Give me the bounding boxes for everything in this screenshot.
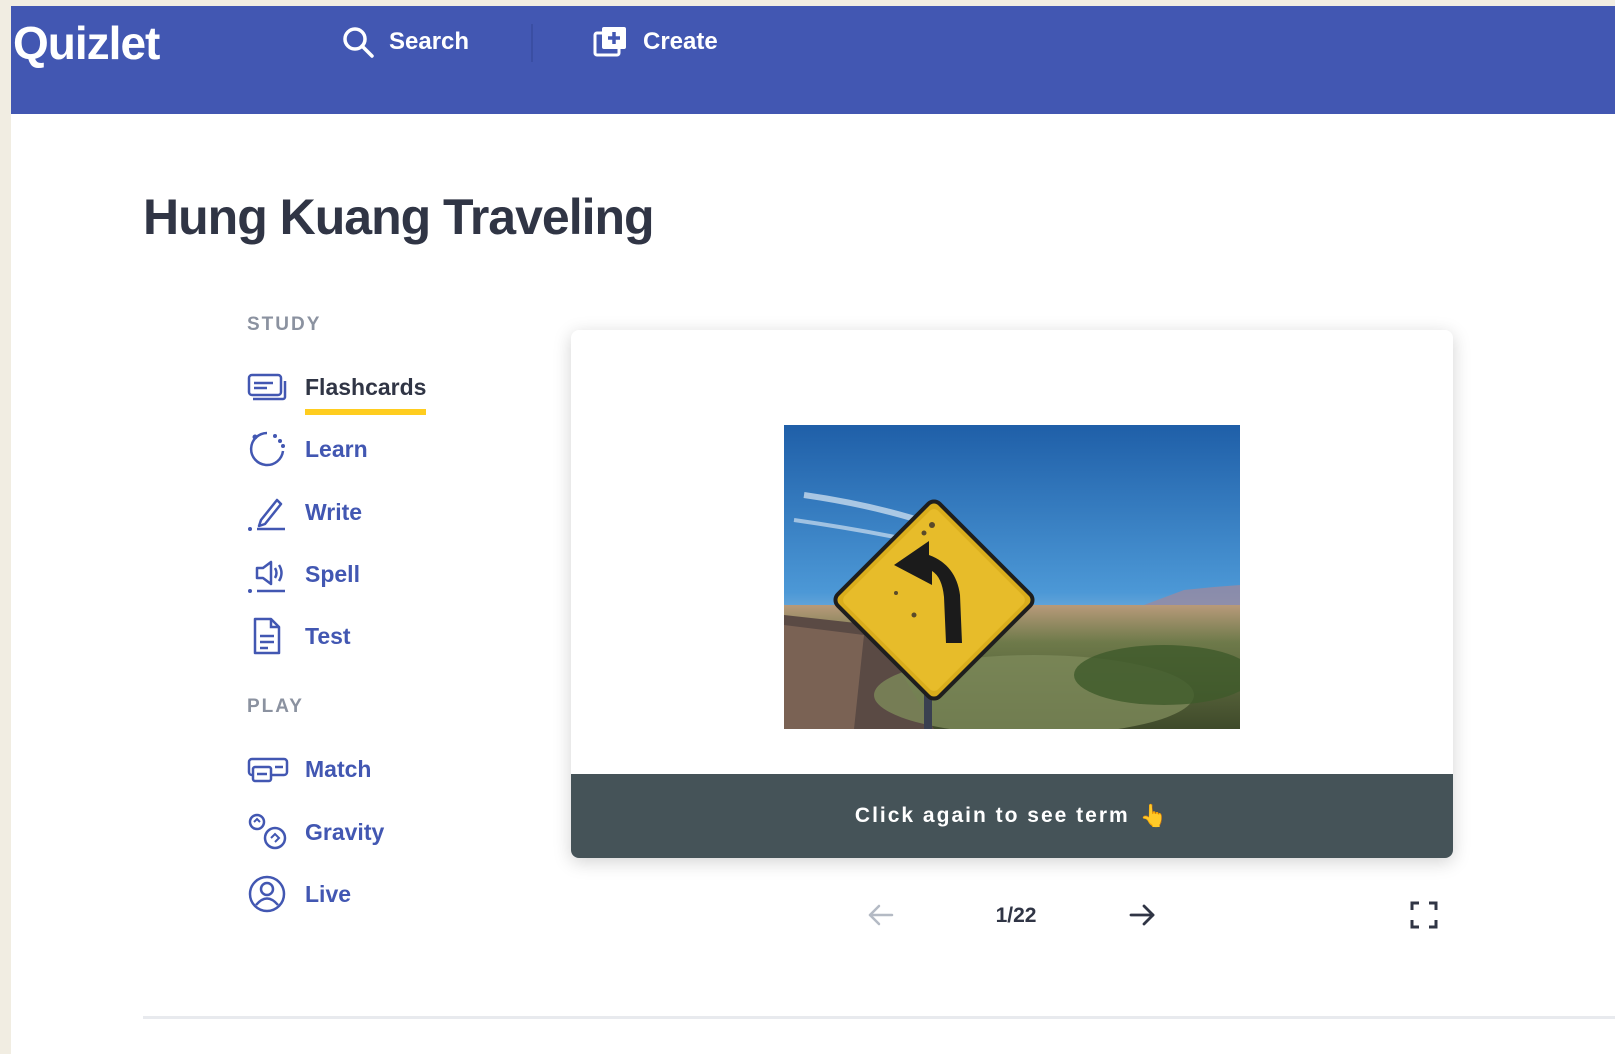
quizlet-logo[interactable]: Quizlet	[13, 16, 160, 70]
search-label: Search	[389, 28, 470, 55]
mode-label: Learn	[305, 435, 368, 462]
mode-label: Live	[305, 880, 352, 907]
curve-road-sign-photo	[784, 425, 1240, 729]
spell-icon	[247, 554, 291, 594]
learn-icon	[247, 429, 291, 469]
flip-hint: Click again to see term 👆	[571, 774, 1453, 858]
page: Quizlet Search Create Hung Kuang Traveli…	[11, 6, 1615, 1054]
gravity-icon	[247, 812, 291, 852]
pointing-hand-icon: 👆	[1139, 803, 1170, 828]
search-button[interactable]: Search	[341, 24, 469, 60]
flashcard[interactable]: Click again to see term 👆	[571, 330, 1453, 858]
match-icon	[247, 749, 291, 789]
create-button[interactable]: Create	[593, 24, 718, 60]
live-icon	[247, 874, 291, 914]
fullscreen-icon	[1410, 901, 1438, 929]
mode-label: Gravity	[305, 818, 385, 845]
test-icon	[247, 616, 291, 656]
nav-divider	[531, 24, 533, 62]
mode-label: Flashcards	[305, 373, 427, 415]
flashcards-icon	[247, 367, 291, 407]
previous-card-button[interactable]	[866, 900, 896, 930]
arrow-left-icon	[868, 904, 894, 926]
write-icon	[247, 492, 291, 532]
fullscreen-button[interactable]	[1409, 900, 1439, 930]
mode-write[interactable]: Write	[247, 492, 362, 532]
arrow-right-icon	[1129, 904, 1155, 926]
mode-label: Match	[305, 755, 372, 782]
mode-gravity[interactable]: Gravity	[247, 812, 384, 852]
search-icon	[343, 27, 374, 58]
mode-test[interactable]: Test	[247, 616, 351, 656]
mode-flashcards[interactable]: Flashcards	[247, 367, 427, 415]
mode-spell[interactable]: Spell	[247, 554, 360, 594]
mode-label: Test	[305, 622, 351, 649]
mode-match[interactable]: Match	[247, 749, 371, 789]
mode-learn[interactable]: Learn	[247, 429, 368, 469]
study-heading: STUDY	[247, 314, 322, 335]
play-heading: PLAY	[247, 696, 304, 717]
mode-label: Spell	[305, 560, 360, 587]
set-title: Hung Kuang Traveling	[143, 189, 655, 245]
flip-hint-text: Click again to see term	[854, 804, 1130, 827]
mode-live[interactable]: Live	[247, 874, 351, 914]
create-label: Create	[643, 28, 718, 55]
card-counter: 1/22	[995, 904, 1037, 927]
create-icon	[593, 27, 626, 57]
section-divider	[143, 1016, 1615, 1019]
next-card-button[interactable]	[1127, 900, 1157, 930]
mode-label: Write	[305, 498, 363, 525]
top-navigation-bar: Quizlet Search Create	[11, 6, 1615, 114]
